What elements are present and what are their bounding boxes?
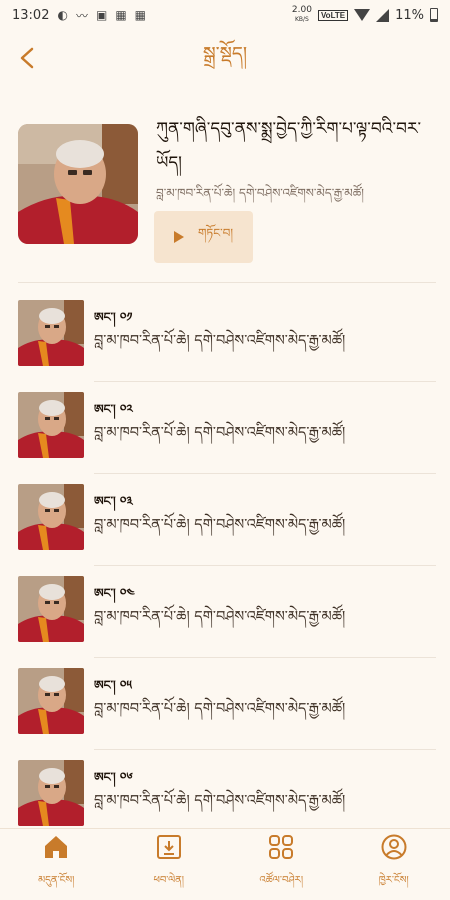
episode-item[interactable]: ཨང་། ༠༡ བླ་མ་ཁབ་རིན་པོ་ཆེ། དགེ་བཤེས་འཛིག… xyxy=(0,290,450,382)
grid-notification-icon-2: ▦ xyxy=(134,8,146,22)
episode-item[interactable]: ཨང་། ༠༤ བླ་མ་ཁབ་རིན་པོ་ཆེ། དགེ་བཤེས་འཛིག… xyxy=(0,566,450,658)
episode-speaker: བླ་མ་ཁབ་རིན་པོ་ཆེ། དགེ་བཤེས་འཛིགས་མེད་རྒ… xyxy=(94,517,346,533)
play-label: གཏོང་བ། xyxy=(197,226,234,240)
back-button[interactable] xyxy=(10,40,46,76)
nav-downloads-label: ཕབ་ལེན། xyxy=(153,874,185,886)
nav-browse[interactable]: འཚོལ་བཤེར། xyxy=(225,829,338,900)
network-speed: 2.00 KB/S xyxy=(291,5,312,24)
app-header: སྒྲ་སྡོད། xyxy=(0,30,450,88)
episode-speaker: བླ་མ་ཁབ་རིན་པོ་ཆེ། དགེ་བཤེས་འཛིགས་མེད་རྒ… xyxy=(94,333,346,349)
featured-photo xyxy=(18,124,138,244)
featured-album: ཀུན་གཞི་དབུ་ནས་སྨྲ་བྱེད་ཀྱི་རིག་པ་ལྟ་བའི… xyxy=(0,108,450,278)
app-notification-icon: ◐ xyxy=(57,8,68,22)
play-icon xyxy=(173,231,184,243)
bottom-nav: མདུན་ངོས། ཕབ་ལེན། འཚོལ་བཤེར། ཁྱེར་ངོས། xyxy=(0,828,450,900)
nav-home-label: མདུན་ངོས། xyxy=(38,874,75,886)
status-time: 13:02 xyxy=(12,7,50,23)
download-icon xyxy=(155,833,183,865)
episode-thumbnail xyxy=(18,668,84,734)
episode-speaker: བླ་མ་ཁབ་རིན་པོ་ཆེ། དགེ་བཤེས་འཛིགས་མེད་རྒ… xyxy=(94,793,346,809)
episode-speaker: བླ་མ་ཁབ་རིན་པོ་ཆེ། དགེ་བཤེས་འཛིགས་མེད་རྒ… xyxy=(94,701,346,717)
episode-thumbnail xyxy=(18,760,84,826)
nav-home[interactable]: མདུན་ངོས། xyxy=(0,829,113,900)
nav-profile-label: ཁྱེར་ངོས། xyxy=(378,874,409,886)
nav-browse-label: འཚོལ་བཤེར། xyxy=(259,874,304,886)
user-icon xyxy=(380,833,408,865)
grid-icon xyxy=(267,833,295,865)
volte-badge: VoLTE xyxy=(317,9,349,21)
battery-icon xyxy=(430,8,438,22)
status-bar: 13:02 ◐ 〰 ▣ ▦ ▦ 2.00 KB/S VoLTE 11% xyxy=(0,0,450,30)
nav-downloads[interactable]: ཕབ་ལེན། xyxy=(113,829,226,900)
chevron-left-icon xyxy=(20,47,34,69)
wave-notification-icon: 〰 xyxy=(75,8,88,23)
play-button[interactable]: གཏོང་བ། xyxy=(154,211,253,263)
episode-thumbnail xyxy=(18,484,84,550)
episode-thumbnail xyxy=(18,392,84,458)
signal-icon xyxy=(376,8,390,22)
home-icon xyxy=(42,833,70,865)
episode-thumbnail xyxy=(18,576,84,642)
battery-percent: 11% xyxy=(395,7,424,23)
episode-item[interactable]: ཨང་། ༠༣ བླ་མ་ཁབ་རིན་པོ་ཆེ། དགེ་བཤེས་འཛིག… xyxy=(0,474,450,566)
episode-item[interactable]: ཨང་། ༠༥ བླ་མ་ཁབ་རིན་པོ་ཆེ། དགེ་བཤེས་འཛིག… xyxy=(0,658,450,750)
episode-thumbnail xyxy=(18,300,84,366)
grid-notification-icon: ▦ xyxy=(115,8,127,22)
page-title: སྒྲ་སྡོད། xyxy=(202,43,248,65)
episode-speaker: བླ་མ་ཁབ་རིན་པོ་ཆེ། དགེ་བཤེས་འཛིགས་མེད་རྒ… xyxy=(94,425,346,441)
episode-speaker: བླ་མ་ཁབ་རིན་པོ་ཆེ། དགེ་བཤེས་འཛིགས་མེད་རྒ… xyxy=(94,609,346,625)
album-speaker: བླ་མ་ཁབ་རིན་པོ་ཆེ། དགེ་བཤེས་འཛིགས་མེད་རྒ… xyxy=(156,186,364,200)
section-divider xyxy=(18,282,436,283)
episode-item[interactable]: ཨང་། ༠༢ བླ་མ་ཁབ་རིན་པོ་ཆེ། དགེ་བཤེས་འཛིག… xyxy=(0,382,450,474)
album-title: ཀུན་གཞི་དབུ་ནས་སྨྲ་བྱེད་ཀྱི་རིག་པ་ལྟ་བའི… xyxy=(156,119,422,173)
nav-profile[interactable]: ཁྱེར་ངོས། xyxy=(338,829,450,900)
image-notification-icon: ▣ xyxy=(95,8,108,22)
wifi-icon xyxy=(354,9,371,21)
